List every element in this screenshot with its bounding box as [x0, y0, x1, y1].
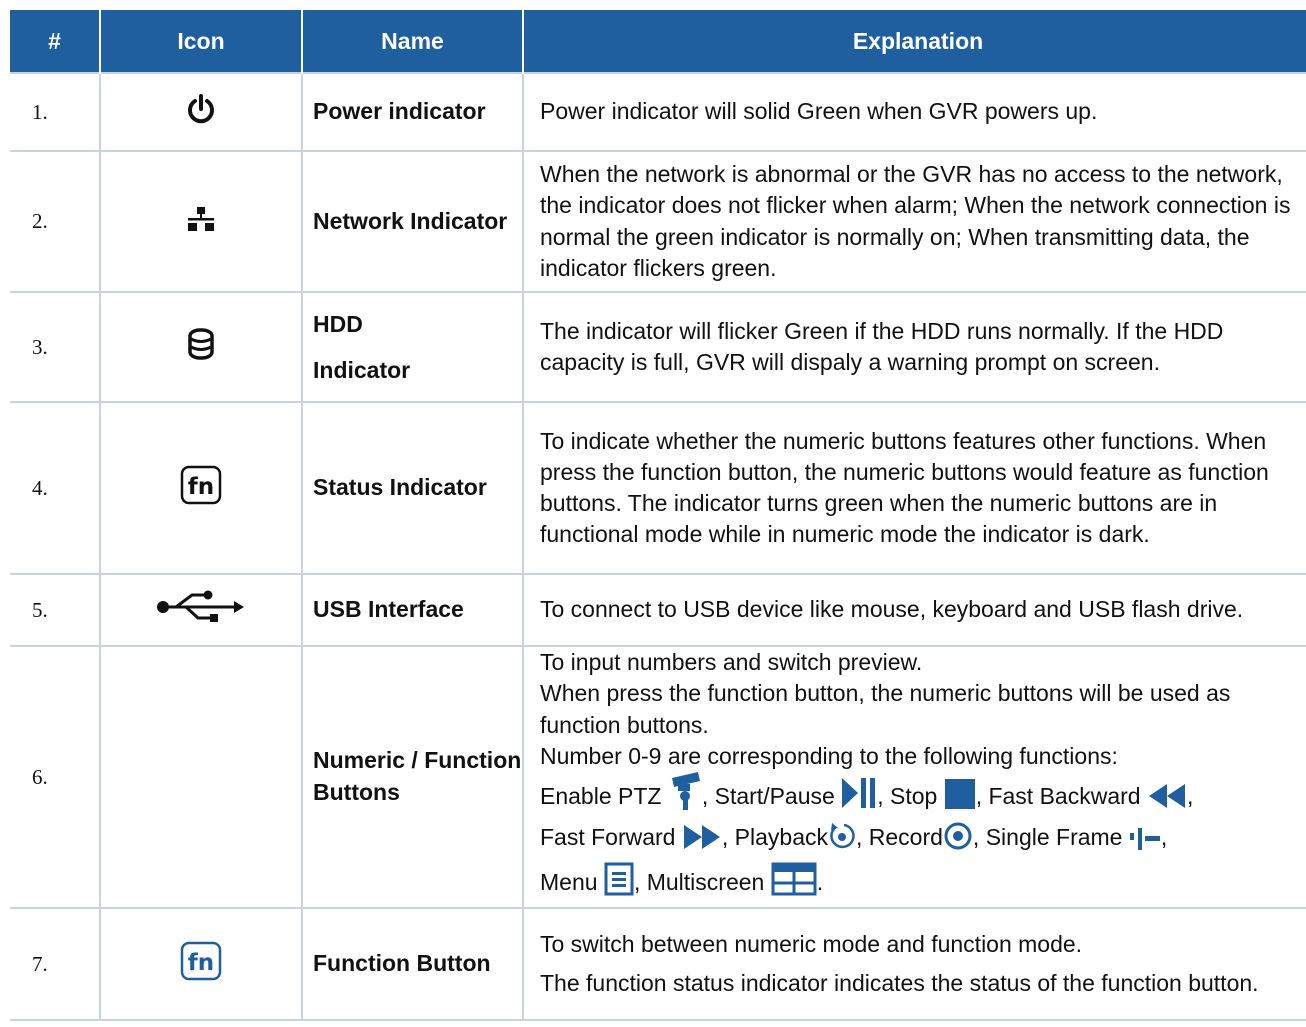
- row-explanation: To input numbers and switch preview.: [540, 649, 923, 676]
- svg-text:fn: fn: [188, 950, 214, 976]
- ptz-camera-icon: [668, 771, 702, 821]
- row-name-line: Indicator: [313, 357, 411, 383]
- stop-icon: [944, 778, 976, 821]
- row-explanation: Power indicator will solid Green when GV…: [540, 98, 1098, 125]
- single-frame-icon: [1129, 826, 1161, 862]
- function-fast-forward-label: Fast Forward: [540, 824, 682, 851]
- function-list-end: .: [816, 868, 824, 895]
- table-row: 5. USB Interface To connect to USB devic…: [10, 573, 1306, 647]
- row-number: 1.: [10, 72, 101, 152]
- header-number: #: [10, 10, 101, 73]
- row-number: 6.: [10, 645, 101, 909]
- row-name: Numeric / Function Buttons: [301, 645, 524, 909]
- header-icon: Icon: [100, 10, 303, 73]
- row-explanation: The function status indicator indicates …: [540, 970, 1259, 996]
- power-icon: [186, 93, 216, 131]
- table-row: 2. Network Indicator When the network is…: [10, 150, 1306, 293]
- row-name: USB Interface: [301, 573, 524, 647]
- fn-icon: fn: [180, 465, 222, 511]
- table-row: 1. Power indicator Power indicator will …: [10, 72, 1306, 152]
- row-number: 4.: [10, 401, 101, 575]
- row-explanation: When the network is abnormal or the GVR …: [540, 161, 1291, 281]
- function-menu-label: Menu: [540, 868, 604, 895]
- table-header: # Icon Name Explanation: [10, 10, 1306, 73]
- header-name: Name: [302, 10, 524, 73]
- function-fast-backward-label: , Fast Backward: [975, 782, 1147, 809]
- table-row: 3. HDD Indicator The indicator will flic…: [10, 291, 1306, 403]
- function-list: Enable PTZ , Start/Pause , Stop , Fast B…: [540, 771, 1306, 907]
- fast-forward-icon: [682, 823, 722, 862]
- row-number: 3.: [10, 291, 101, 403]
- fn-icon: fn: [180, 941, 222, 987]
- record-icon: [943, 821, 973, 862]
- row-number: 5.: [10, 573, 101, 647]
- play-pause-icon: [841, 776, 877, 821]
- row-explanation: The indicator will flicker Green if the …: [540, 317, 1224, 375]
- usb-icon: [156, 589, 246, 631]
- row-name: Function Button: [301, 907, 524, 1021]
- empty-icon-cell: [99, 645, 303, 909]
- row-name: Status Indicator: [301, 401, 524, 575]
- function-enable-ptz-label: Enable PTZ: [540, 782, 662, 809]
- function-multiscreen-label: , Multiscreen: [633, 868, 771, 895]
- row-number: 7.: [10, 907, 101, 1021]
- row-name-line: HDD: [313, 311, 363, 337]
- row-explanation: When press the function button, the nume…: [540, 680, 1231, 738]
- row-name: Power indicator: [301, 72, 524, 152]
- menu-icon: [604, 862, 634, 907]
- row-explanation: To connect to USB device like mouse, key…: [540, 596, 1244, 623]
- function-stop-label: , Stop: [877, 782, 944, 809]
- network-icon: [187, 206, 215, 238]
- row-number: 2.: [10, 150, 101, 293]
- function-start-pause-label: , Start/Pause: [701, 782, 842, 809]
- table-row: 6. Numeric / Function Buttons To input n…: [10, 645, 1306, 909]
- table-row: 4. fn Status Indicator To indicate wheth…: [10, 401, 1306, 575]
- indicator-table: # Icon Name Explanation 1. Power indicat…: [10, 10, 1306, 1021]
- fast-backward-icon: [1147, 782, 1187, 821]
- table-row: 7. fn Function Button To switch between …: [10, 907, 1306, 1021]
- function-playback-label: , Playback: [721, 824, 828, 851]
- function-single-frame-label: , Single Frame: [972, 824, 1129, 851]
- row-explanation: To switch between numeric mode and funct…: [540, 930, 1083, 957]
- playback-icon: [828, 821, 856, 862]
- hdd-icon: [188, 328, 214, 366]
- row-name: Network Indicator: [301, 150, 524, 293]
- header-explanation: Explanation: [523, 10, 1306, 73]
- row-explanation: To indicate whether the numeric buttons …: [540, 427, 1269, 548]
- row-explanation: Number 0-9 are corresponding to the foll…: [540, 742, 1118, 769]
- svg-text:fn: fn: [188, 474, 214, 500]
- function-record-label: , Record: [855, 824, 943, 851]
- multiscreen-icon: [771, 862, 817, 907]
